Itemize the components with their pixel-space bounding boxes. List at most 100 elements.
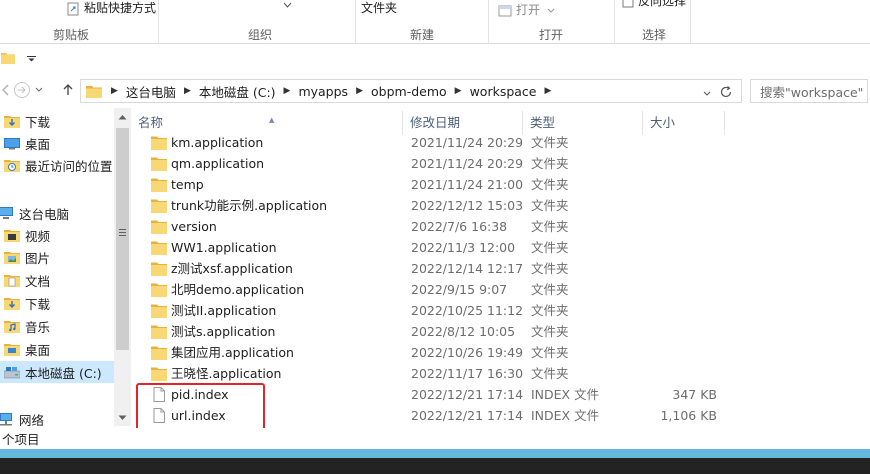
forward-button[interactable] bbox=[12, 80, 32, 100]
file-name: 测试II.application bbox=[171, 303, 277, 318]
invert-selection-button[interactable]: 反向选择 bbox=[622, 0, 686, 9]
file-type: 文件夹 bbox=[531, 261, 569, 276]
nav-item-label: 本地磁盘 (C:) bbox=[25, 365, 102, 381]
open-button[interactable]: 打开 bbox=[498, 1, 555, 18]
navigation-pane: 下载 桌面 最近访问的位置 这台电脑 视频 图片 文档 下载 音乐 桌面 本地磁… bbox=[0, 108, 114, 426]
chevron-down-icon bbox=[703, 91, 711, 96]
breadcrumb-separator[interactable]: ▶ bbox=[351, 86, 368, 96]
picture-folder-icon bbox=[4, 252, 20, 264]
folder-icon bbox=[151, 136, 167, 150]
group-label-select: 选择 bbox=[641, 28, 666, 42]
address-history-dropdown[interactable] bbox=[703, 86, 711, 100]
breadcrumb-this-pc[interactable]: 这台电脑 bbox=[123, 82, 179, 101]
file-row[interactable]: 北明demo.application 2022/9/15 9:07 文件夹 bbox=[131, 279, 870, 300]
group-label-new: 新建 bbox=[409, 28, 434, 42]
computer-icon bbox=[0, 207, 13, 219]
file-date: 2022/12/12 15:03 bbox=[411, 198, 524, 213]
chevron-down-icon bbox=[283, 2, 292, 8]
taskbar bbox=[0, 458, 870, 474]
status-bar: 个项目 bbox=[0, 428, 870, 448]
organize-dropdown[interactable] bbox=[283, 0, 292, 13]
new-folder-button[interactable]: 文件夹 bbox=[361, 0, 397, 16]
file-date: 2022/9/15 9:07 bbox=[411, 282, 508, 297]
chevron-down-icon bbox=[547, 8, 555, 13]
file-size: 347 KB bbox=[672, 387, 717, 402]
scroll-thumb[interactable] bbox=[116, 128, 129, 350]
recent-locations-button[interactable] bbox=[33, 80, 45, 100]
scroll-up-button[interactable] bbox=[114, 108, 131, 125]
file-type: 文件夹 bbox=[531, 282, 569, 297]
file-name: 集团应用.application bbox=[171, 345, 294, 360]
file-row[interactable]: z测试xsf.application 2022/12/14 12:17 文件夹 bbox=[131, 258, 870, 279]
navigation-pane-scrollbar[interactable] bbox=[114, 108, 131, 426]
scroll-grip-icon bbox=[119, 228, 126, 239]
folder-icon bbox=[151, 304, 167, 318]
file-row[interactable]: 王晓怪.application 2022/11/17 16:30 文件夹 bbox=[131, 363, 870, 384]
nav-item-label: 桌面 bbox=[25, 342, 51, 358]
file-row[interactable]: temp 2021/11/24 21:00 文件夹 bbox=[131, 174, 870, 195]
breadcrumb-separator[interactable]: ▶ bbox=[279, 86, 296, 96]
nav-item-documents[interactable]: 文档 bbox=[0, 269, 114, 291]
up-button[interactable] bbox=[58, 80, 78, 100]
ribbon-separator bbox=[158, 0, 159, 44]
file-row[interactable]: 集团应用.application 2022/10/26 19:49 文件夹 bbox=[131, 342, 870, 363]
document-folder-icon bbox=[4, 275, 20, 287]
search-input[interactable]: 搜索"workspace" bbox=[750, 79, 868, 103]
nav-item-desktop-pc[interactable]: 桌面 bbox=[0, 338, 114, 360]
file-row[interactable]: 测试s.application 2022/8/12 10:05 文件夹 bbox=[131, 321, 870, 342]
nav-item-music[interactable]: 音乐 bbox=[0, 315, 114, 337]
video-folder-icon bbox=[4, 230, 20, 242]
folder-icon bbox=[151, 241, 167, 255]
network-icon bbox=[0, 413, 12, 426]
group-label-organize: 组织 bbox=[247, 28, 272, 42]
item-count: 个项目 bbox=[2, 432, 40, 447]
nav-item-label: 图片 bbox=[25, 250, 51, 266]
file-row[interactable]: WW1.application 2022/11/3 12:00 文件夹 bbox=[131, 237, 870, 258]
nav-item-this-pc[interactable]: 这台电脑 bbox=[0, 202, 114, 224]
breadcrumb-separator[interactable]: ▶ bbox=[106, 86, 123, 96]
nav-item-network[interactable]: 网络 bbox=[0, 408, 114, 426]
nav-item-recent-places[interactable]: 最近访问的位置 bbox=[0, 154, 114, 176]
file-row[interactable]: qm.application 2021/11/24 20:29 文件夹 bbox=[131, 153, 870, 174]
folder-icon bbox=[151, 367, 167, 381]
nav-item-label: 视频 bbox=[25, 228, 51, 244]
file-row[interactable]: 测试II.application 2022/10/25 11:12 文件夹 bbox=[131, 300, 870, 321]
breadcrumb-myapps[interactable]: myapps bbox=[295, 84, 351, 99]
nav-item-pictures[interactable]: 图片 bbox=[0, 246, 114, 268]
breadcrumb-separator[interactable]: ▶ bbox=[540, 86, 557, 96]
scroll-down-button[interactable] bbox=[114, 409, 131, 426]
open-icon bbox=[498, 5, 512, 16]
open-label: 打开 bbox=[516, 3, 541, 17]
breadcrumb-workspace[interactable]: workspace bbox=[467, 84, 540, 99]
file-name: WW1.application bbox=[171, 240, 277, 255]
folder-icon bbox=[1, 53, 15, 64]
nav-item-downloads[interactable]: 下载 bbox=[0, 110, 114, 132]
nav-item-desktop[interactable]: 桌面 bbox=[0, 132, 114, 154]
nav-item-downloads-pc[interactable]: 下载 bbox=[0, 292, 114, 314]
file-name: km.application bbox=[171, 135, 264, 150]
folder-icon bbox=[86, 86, 102, 98]
file-row[interactable]: trunk功能示例.application 2022/12/12 15:03 文件夹 bbox=[131, 195, 870, 216]
nav-item-local-disk[interactable]: 本地磁盘 (C:) bbox=[0, 361, 114, 383]
file-type: 文件夹 bbox=[531, 324, 569, 339]
file-date: 2021/11/24 20:29 bbox=[411, 135, 524, 150]
breadcrumb-separator[interactable]: ▶ bbox=[179, 86, 196, 96]
paste-shortcut-button[interactable]: 粘贴快捷方式 bbox=[66, 0, 156, 16]
file-row[interactable]: version 2022/7/6 16:38 文件夹 bbox=[131, 216, 870, 237]
file-name: 测试s.application bbox=[171, 324, 276, 339]
sort-ascending-icon: ▲ bbox=[269, 116, 275, 124]
breadcrumb-obpm-demo[interactable]: obpm-demo bbox=[368, 84, 450, 99]
file-name: 王晓怪.application bbox=[171, 366, 282, 381]
nav-item-videos[interactable]: 视频 bbox=[0, 224, 114, 246]
refresh-button[interactable] bbox=[717, 83, 735, 101]
breadcrumb-separator[interactable]: ▶ bbox=[450, 86, 467, 96]
nav-item-label: 网络 bbox=[19, 412, 45, 427]
folder-icon bbox=[151, 157, 167, 171]
breadcrumb-local-disk[interactable]: 本地磁盘 (C:) bbox=[196, 82, 279, 101]
address-bar[interactable]: ▶ 这台电脑 ▶ 本地磁盘 (C:) ▶ myapps ▶ obpm-demo … bbox=[80, 79, 742, 103]
customize-quick-access-icon[interactable] bbox=[27, 56, 36, 62]
chevron-down-icon bbox=[35, 87, 43, 92]
file-row[interactable]: km.application 2021/11/24 20:29 文件夹 bbox=[131, 132, 870, 153]
group-label-open: 打开 bbox=[538, 28, 563, 42]
file-type: 文件夹 bbox=[531, 135, 569, 150]
